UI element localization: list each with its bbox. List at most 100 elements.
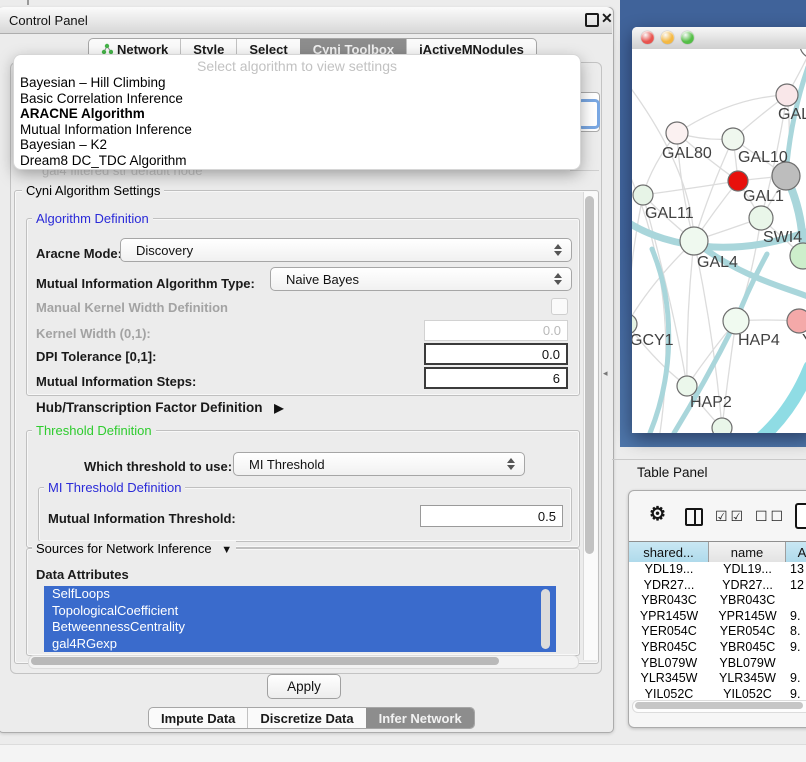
table-cell[interactable]: YLR345W xyxy=(709,671,786,687)
table-row[interactable]: YPR145WYPR145W9. xyxy=(629,609,806,625)
table-cell[interactable] xyxy=(786,593,806,609)
settings-hscrollbar-thumb[interactable] xyxy=(31,657,499,665)
network-window-titlebar[interactable] xyxy=(632,27,806,50)
table-cell[interactable]: YBL079W xyxy=(709,656,786,672)
table-row[interactable]: YDL19...YDL19...13 xyxy=(629,562,806,578)
table-cell[interactable]: 9. xyxy=(786,640,806,656)
table-row[interactable]: YLR345WYLR345W9. xyxy=(629,671,806,687)
mi-steps-field[interactable]: 6 xyxy=(424,367,568,389)
algorithm-option-basic-correlation-inference[interactable]: Basic Correlation Inference xyxy=(14,91,580,107)
kernel-width-field[interactable]: 0.0 xyxy=(424,320,568,341)
table-cell[interactable]: YBR043C xyxy=(709,593,786,609)
network-node-gal4[interactable] xyxy=(680,227,708,255)
table-cell[interactable]: 8. xyxy=(786,624,806,640)
algorithm-option-bayesian-k2[interactable]: Bayesian – K2 xyxy=(14,137,580,153)
hub-definition-toggle[interactable]: Hub/Transcription Factor Definition ▶ xyxy=(36,400,284,415)
column-header-a[interactable]: A xyxy=(786,542,806,562)
float-window-icon[interactable] xyxy=(585,13,599,27)
minimize-traffic-light-icon[interactable] xyxy=(661,31,674,44)
network-node-y[interactable] xyxy=(787,309,806,333)
table-cell[interactable]: YDL19... xyxy=(629,562,709,578)
apply-button[interactable]: Apply xyxy=(267,674,341,699)
network-edge[interactable] xyxy=(687,241,694,386)
close-icon[interactable]: ✕ xyxy=(601,10,613,27)
close-traffic-light-icon[interactable] xyxy=(641,31,654,44)
table-cell[interactable]: YIL052C xyxy=(709,687,786,700)
columns-icon[interactable] xyxy=(685,508,703,526)
table-cell[interactable]: YIL052C xyxy=(629,687,709,700)
checked-boxes-icon[interactable]: ☑☑ xyxy=(715,508,746,525)
file-icon[interactable] xyxy=(795,503,806,529)
table-cell[interactable]: 9. xyxy=(786,609,806,625)
network-edge[interactable] xyxy=(643,181,738,195)
table-row[interactable]: YDR27...YDR27...12 xyxy=(629,578,806,594)
tab-impute-data[interactable]: Impute Data xyxy=(149,708,247,728)
aracne-mode-combobox[interactable]: Discovery xyxy=(120,238,572,262)
table-cell[interactable]: YDR27... xyxy=(629,578,709,594)
network-node-gal[interactable] xyxy=(776,84,798,106)
network-node-hap4[interactable] xyxy=(723,308,749,334)
split-pane-arrow-icon[interactable]: ◂ xyxy=(603,368,608,379)
mi-type-combobox[interactable]: Naive Bayes xyxy=(270,267,572,291)
network-node-hap2[interactable] xyxy=(677,376,697,396)
table-row[interactable]: YER054CYER054C8. xyxy=(629,624,806,640)
network-node-gal11[interactable] xyxy=(633,185,653,205)
table-cell[interactable]: YDR27... xyxy=(709,578,786,594)
gear-icon[interactable]: ⚙ xyxy=(649,505,666,524)
table-cell[interactable]: 12 xyxy=(786,578,806,594)
table-cell[interactable]: YER054C xyxy=(709,624,786,640)
network-node-gal80[interactable] xyxy=(666,122,688,144)
table-cell[interactable]: YLR345W xyxy=(629,671,709,687)
table-cell[interactable]: YBL079W xyxy=(629,656,709,672)
table-cell[interactable]: YBR045C xyxy=(709,640,786,656)
network-node[interactable] xyxy=(772,162,800,190)
settings-scrollbar-thumb[interactable] xyxy=(585,196,594,554)
table-cell[interactable]: YPR145W xyxy=(709,609,786,625)
table-cell[interactable]: YDL19... xyxy=(709,562,786,578)
table-row[interactable]: YBR045CYBR045C9. xyxy=(629,640,806,656)
attribute-item-topologicalcoefficient[interactable]: TopologicalCoefficient xyxy=(44,603,556,620)
attribute-item-gal4rgexp[interactable]: gal4RGexp xyxy=(44,636,556,653)
network-edge[interactable] xyxy=(677,95,787,133)
data-attributes-list[interactable]: SelfLoopsTopologicalCoefficientBetweenne… xyxy=(44,586,556,652)
network-node[interactable] xyxy=(712,418,732,433)
table-cell[interactable] xyxy=(786,656,806,672)
algorithm-option-aracne-algorithm[interactable]: ARACNE Algorithm xyxy=(14,106,580,122)
table-cell[interactable]: YER054C xyxy=(629,624,709,640)
dpi-tolerance-field[interactable]: 0.0 xyxy=(424,343,568,365)
which-threshold-combobox[interactable]: MI Threshold xyxy=(233,452,525,476)
mi-threshold-field[interactable]: 0.5 xyxy=(420,505,563,527)
tab-infer-network[interactable]: Infer Network xyxy=(366,708,474,728)
network-node-gcy1[interactable] xyxy=(632,314,637,334)
table-row[interactable]: YBL079WYBL079W xyxy=(629,656,806,672)
table-row[interactable]: YBR043CYBR043C xyxy=(629,593,806,609)
table-row[interactable]: YIL052CYIL052C9. xyxy=(629,687,806,700)
attributes-scrollbar-thumb[interactable] xyxy=(541,589,550,649)
network-node[interactable] xyxy=(800,49,806,58)
manual-kernel-checkbox[interactable] xyxy=(551,298,568,315)
table-cell[interactable]: YPR145W xyxy=(629,609,709,625)
network-edge[interactable] xyxy=(760,367,806,433)
network-node-gal10[interactable] xyxy=(722,128,744,150)
table-cell[interactable]: YBR043C xyxy=(629,593,709,609)
attribute-item-selfloops[interactable]: SelfLoops xyxy=(44,586,556,603)
algorithm-option-dream8-dc-tdc-algorithm[interactable]: Dream8 DC_TDC Algorithm xyxy=(14,153,580,169)
algorithm-option-bayesian-hill-climbing[interactable]: Bayesian – Hill Climbing xyxy=(14,75,580,91)
zoom-traffic-light-icon[interactable] xyxy=(681,31,694,44)
table-cell[interactable]: 9. xyxy=(786,687,806,700)
tab-discretize-data[interactable]: Discretize Data xyxy=(247,708,365,728)
network-edge[interactable] xyxy=(632,195,643,324)
unchecked-boxes-icon[interactable]: ☐☐ xyxy=(755,508,786,525)
column-header-shared[interactable]: shared... xyxy=(629,542,709,562)
network-node-swi4[interactable] xyxy=(749,206,773,230)
attribute-item-betweennesscentrality[interactable]: BetweennessCentrality xyxy=(44,619,556,636)
sources-toggle[interactable]: Sources for Network Inference ▼ xyxy=(32,541,236,556)
algorithm-option-mutual-information-inference[interactable]: Mutual Information Inference xyxy=(14,122,580,138)
table-panel-title: Table Panel xyxy=(637,465,708,480)
table-cell[interactable]: 13 xyxy=(786,562,806,578)
table-hscrollbar-thumb[interactable] xyxy=(635,702,803,709)
column-header-name[interactable]: name xyxy=(709,542,786,562)
table-cell[interactable]: YBR045C xyxy=(629,640,709,656)
network-canvas[interactable]: GALGAL80GAL10GAL1GAL11SWI4GAL4GCY1HAP4YH… xyxy=(632,49,806,433)
table-cell[interactable]: 9. xyxy=(786,671,806,687)
